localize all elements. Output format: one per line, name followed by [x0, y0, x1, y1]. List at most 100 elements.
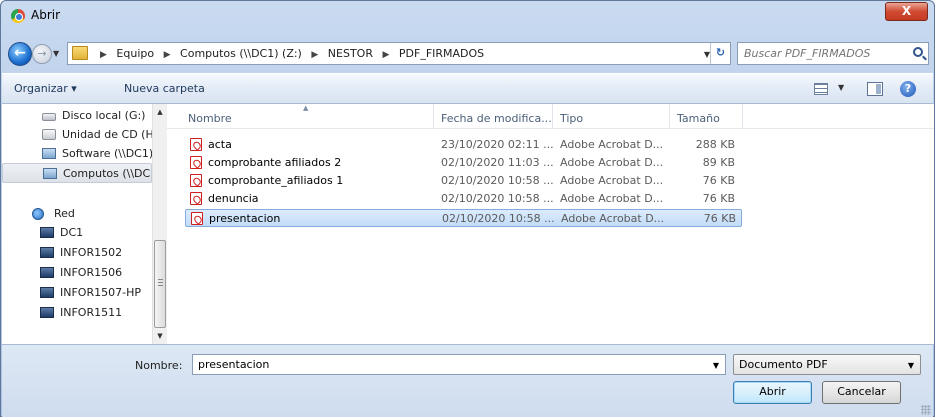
nav-scrollbar[interactable]: ▲ ▼: [152, 104, 167, 344]
file-type: Adobe Acrobat D...: [560, 174, 664, 187]
file-type: Adobe Acrobat D...: [560, 156, 664, 169]
network-icon: [32, 208, 44, 220]
nav-item-label: Computos (\\DC: [63, 167, 151, 180]
chrome-icon: [11, 9, 25, 23]
column-header-type[interactable]: Tipo: [560, 112, 583, 125]
breadcrumb-separator-icon[interactable]: ▶: [164, 50, 171, 60]
search-icon[interactable]: [913, 47, 923, 57]
file-name-input[interactable]: presentacion ▼: [192, 354, 726, 375]
nav-item-unidad-cd[interactable]: Unidad de CD (H: [2, 125, 152, 145]
cd-drive-icon: [42, 129, 56, 140]
file-size: 89 KB: [702, 156, 735, 169]
nav-item-computos[interactable]: Computos (\\DC: [2, 163, 152, 183]
file-name-value[interactable]: presentacion: [198, 358, 269, 371]
nav-item-infor1502[interactable]: INFOR1502: [2, 243, 152, 263]
address-row: ← → ▼ ▶ Equipo ▶ Computos (\\DC1) (Z:) ▶…: [1, 39, 934, 69]
nav-item-infor1511[interactable]: INFOR1511: [2, 303, 152, 323]
folder-icon: [72, 46, 88, 60]
nav-item-label: Software (\\DC1): [62, 147, 152, 160]
nav-item-red[interactable]: Red: [2, 204, 152, 224]
file-type: Adobe Acrobat D...: [560, 138, 664, 151]
file-date: 02/10/2020 10:58 ...: [441, 174, 554, 187]
nav-item-label: Unidad de CD (H: [62, 128, 152, 141]
file-type-select[interactable]: Documento PDF ▼: [733, 354, 921, 375]
column-divider[interactable]: [552, 104, 553, 129]
scroll-down-arrow-icon[interactable]: ▼: [153, 328, 167, 344]
column-header-date[interactable]: Fecha de modifica...: [441, 112, 552, 125]
breadcrumb-separator-icon[interactable]: ▶: [311, 50, 318, 60]
open-button[interactable]: Abrir: [733, 381, 812, 404]
chevron-down-icon[interactable]: ▼: [713, 361, 719, 370]
column-divider[interactable]: [433, 104, 434, 129]
file-row[interactable]: denuncia 02/10/2020 10:58 ... Adobe Acro…: [185, 190, 742, 208]
view-options-icon[interactable]: [814, 83, 828, 95]
breadcrumb: ▶ Equipo ▶ Computos (\\DC1) (Z:) ▶ NESTO…: [94, 47, 484, 60]
nav-item-label: Disco local (G:): [62, 109, 146, 122]
scrollbar-thumb[interactable]: [154, 240, 166, 328]
help-icon[interactable]: ?: [900, 81, 916, 97]
file-name: presentacion: [209, 212, 281, 225]
organize-button[interactable]: Organizar ▾: [14, 82, 77, 95]
drive-icon: [42, 113, 56, 121]
network-drive-icon: [43, 168, 57, 179]
nav-item-dc1[interactable]: DC1: [2, 223, 152, 243]
new-folder-button[interactable]: Nueva carpeta: [124, 82, 205, 95]
file-name: comprobante afiliados 2: [208, 156, 342, 169]
refresh-icon[interactable]: ↻: [710, 43, 730, 64]
file-row-selected[interactable]: presentacion 02/10/2020 10:58 ... Adobe …: [185, 209, 742, 227]
computer-icon: [40, 267, 54, 278]
navigation-pane: Disco local (G:) Unidad de CD (H Softwar…: [2, 104, 167, 344]
back-button[interactable]: ←: [8, 42, 32, 66]
nav-item-software[interactable]: Software (\\DC1): [2, 144, 152, 164]
open-file-dialog: Abrir X ← → ▼ ▶ Equipo ▶ Computos (\\DC1…: [0, 0, 935, 417]
network-drive-icon: [42, 148, 56, 159]
search-input[interactable]: [744, 46, 904, 61]
file-row[interactable]: comprobante afiliados 2 02/10/2020 11:03…: [185, 154, 742, 172]
file-row[interactable]: acta 23/10/2020 02:11 ... Adobe Acrobat …: [185, 136, 742, 154]
nav-item-infor1507-hp[interactable]: INFOR1507-HP: [2, 283, 152, 303]
file-size: 288 KB: [695, 138, 735, 151]
file-name: denuncia: [208, 192, 259, 205]
address-bar[interactable]: ▶ Equipo ▶ Computos (\\DC1) (Z:) ▶ NESTO…: [67, 42, 731, 65]
view-dropdown-icon[interactable]: ▼: [838, 83, 844, 92]
nav-item-label: INFOR1507-HP: [60, 286, 141, 299]
file-name: comprobante_afiliados 1: [208, 174, 344, 187]
pdf-file-icon: [190, 138, 202, 151]
sort-ascending-icon: ▲: [303, 104, 309, 112]
column-divider[interactable]: [742, 104, 743, 129]
close-button[interactable]: X: [885, 2, 928, 21]
column-divider[interactable]: [669, 104, 670, 129]
nav-item-disco-local[interactable]: Disco local (G:): [2, 106, 152, 126]
file-date: 02/10/2020 10:58 ...: [441, 192, 554, 205]
nav-item-infor1506[interactable]: INFOR1506: [2, 263, 152, 283]
file-name-label: Nombre:: [135, 359, 183, 372]
column-header-size[interactable]: Tamaño: [677, 112, 720, 125]
search-box[interactable]: [737, 42, 929, 65]
recent-pages-dropdown-icon[interactable]: ▼: [53, 49, 59, 58]
breadcrumb-separator-icon[interactable]: ▶: [100, 50, 107, 60]
resize-grip-icon[interactable]: [921, 405, 931, 415]
dialog-footer: Nombre: presentacion ▼ Documento PDF ▼ A…: [2, 344, 933, 417]
breadcrumb-item[interactable]: NESTOR: [328, 47, 373, 60]
computer-icon: [40, 227, 54, 238]
scroll-up-arrow-icon[interactable]: ▲: [153, 104, 167, 120]
file-row[interactable]: comprobante_afiliados 1 02/10/2020 10:58…: [185, 172, 742, 190]
forward-button[interactable]: →: [32, 44, 52, 64]
grip-icon: [158, 279, 163, 286]
breadcrumb-separator-icon[interactable]: ▶: [382, 50, 389, 60]
breadcrumb-item[interactable]: Computos (\\DC1) (Z:): [180, 47, 302, 60]
file-list: ▲ Nombre Fecha de modifica... Tipo Tamañ…: [167, 104, 934, 344]
column-header-row: ▲ Nombre Fecha de modifica... Tipo Tamañ…: [167, 104, 934, 129]
chevron-down-icon[interactable]: ▼: [908, 361, 914, 370]
nav-item-label: DC1: [60, 226, 84, 239]
breadcrumb-item[interactable]: PDF_FIRMADOS: [399, 47, 484, 60]
breadcrumb-item[interactable]: Equipo: [116, 47, 154, 60]
title-bar[interactable]: Abrir X: [1, 1, 934, 31]
pdf-file-icon: [190, 156, 202, 169]
column-header-name[interactable]: Nombre: [188, 112, 232, 125]
cancel-button[interactable]: Cancelar: [822, 381, 901, 404]
nav-item-label: Red: [54, 207, 75, 220]
file-date: 23/10/2020 02:11 ...: [441, 138, 554, 151]
preview-pane-icon[interactable]: [867, 82, 883, 96]
nav-item-label: INFOR1506: [60, 266, 123, 279]
